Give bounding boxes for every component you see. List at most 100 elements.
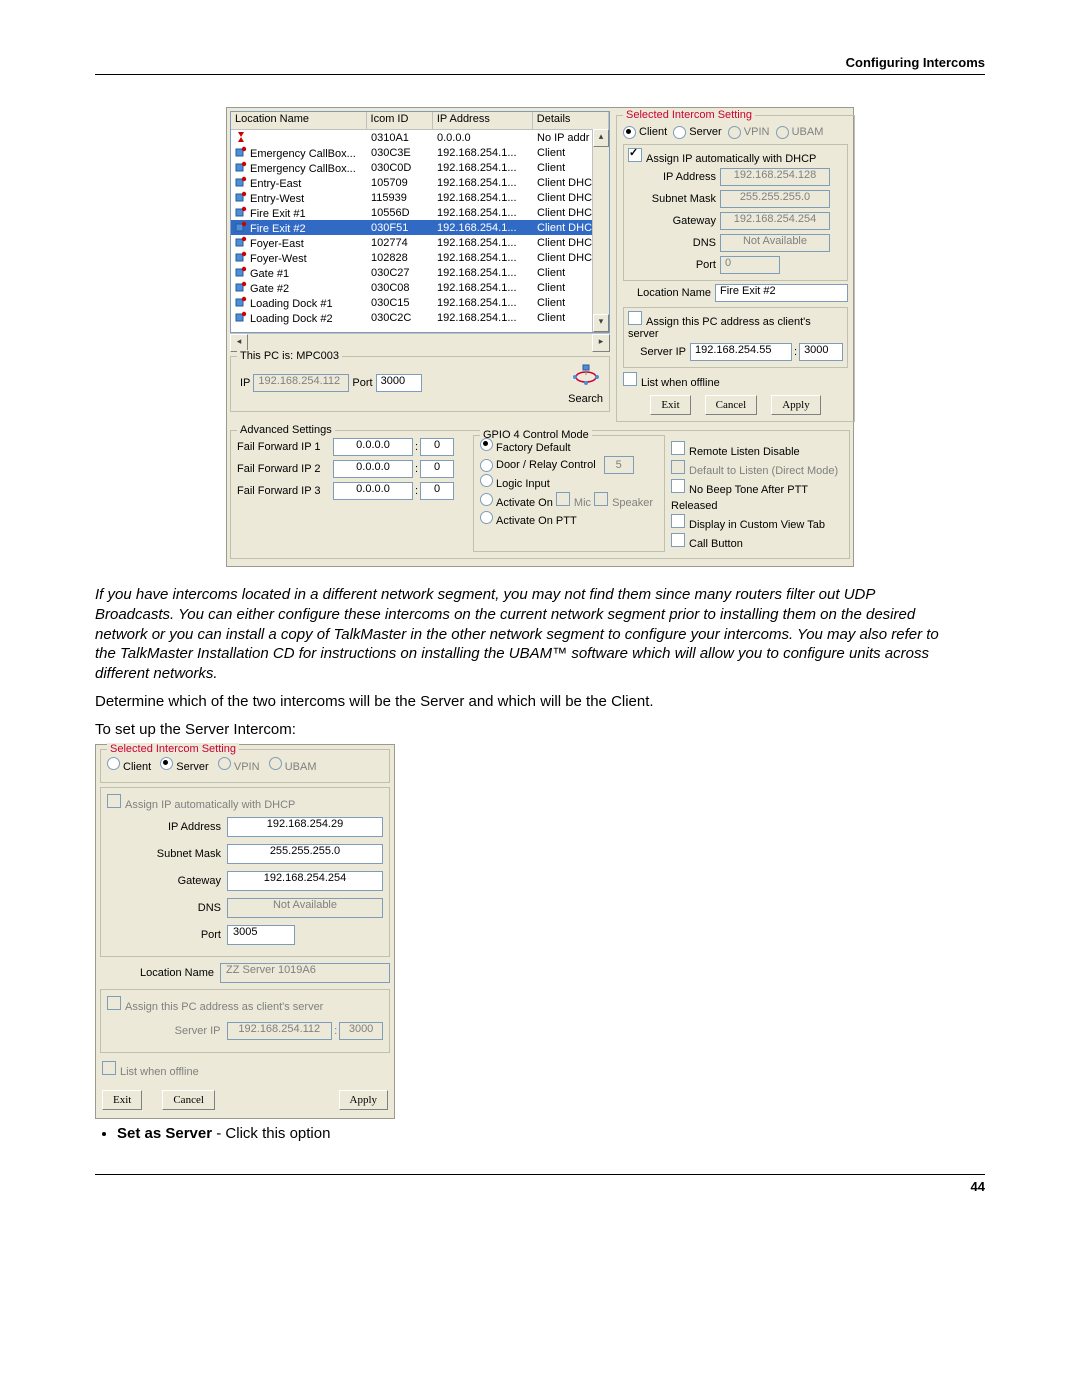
gpio-spk-check [594,492,608,506]
para-setup: To set up the Server Intercom: [95,720,945,740]
table-row[interactable]: Loading Dock #2030C2C192.168.254.1...Cli… [231,310,609,325]
type-server-lbl: Server [689,126,721,138]
dns-field: Not Available [720,234,830,252]
type-server-radio[interactable] [673,126,686,139]
sis2-ubam-lbl: UBAM [285,761,317,773]
gpio-fd-radio[interactable] [480,438,493,451]
sis2-port-field[interactable]: 3005 [227,925,295,945]
horizontal-scrollbar[interactable]: ◂ ▸ [230,333,610,350]
intercom-icon [235,176,247,188]
ff1-port[interactable]: 0 [420,438,454,456]
ip-lbl: IP Address [628,171,716,183]
sis2-port-lbl: Port [107,929,221,941]
this-pc-legend: This PC is: MPC003 [237,350,342,362]
ff1-ip[interactable]: 0.0.0.0 [333,438,413,456]
instruction-list: Set as Server - Click this option [117,1125,985,1142]
list-offline-check[interactable] [623,372,637,386]
gpio-door-radio[interactable] [480,459,493,472]
intercom-icon [235,221,247,233]
table-row[interactable]: Gate #2030C08192.168.254.1...Client [231,280,609,295]
sis2-srvip-field: 192.168.254.112 [227,1022,333,1040]
ff1-lbl: Fail Forward IP 1 [237,441,329,453]
assign-srv-lbl: Assign this PC address as client's serve… [628,316,811,340]
custview-lbl: Display in Custom View Tab [689,519,825,531]
srv-port-field[interactable]: 3000 [799,343,843,361]
table-row[interactable]: Fire Exit #110556D192.168.254.1...Client… [231,205,609,220]
gpio-ptt-radio[interactable] [480,511,493,524]
table-row[interactable]: Gate #1030C27192.168.254.1...Client [231,265,609,280]
gw-lbl: Gateway [628,215,716,227]
assign-srv-check[interactable] [628,311,642,325]
gpio-act-lbl: Activate On [496,497,553,509]
gpio-mic-lbl: Mic [574,497,591,509]
sis2-exit-button[interactable]: Exit [102,1090,142,1110]
type-ubam-radio [776,126,789,139]
sis2-gw-field[interactable]: 192.168.254.254 [227,871,383,891]
gpio-logic-radio[interactable] [480,474,493,487]
sis2-apply-button[interactable]: Apply [339,1090,389,1110]
sis2-loc-lbl: Location Name [100,967,214,979]
sis2-client-radio[interactable] [107,757,120,770]
this-pc-port[interactable]: 3000 [376,374,422,392]
col-details[interactable]: Details [533,112,609,130]
sis2-mask-field[interactable]: 255.255.255.0 [227,844,383,864]
col-icomid[interactable]: Icom ID [367,112,433,130]
srv-ip-field[interactable]: 192.168.254.55 [690,343,792,361]
table-row[interactable]: Loading Dock #1030C15192.168.254.1...Cli… [231,295,609,310]
ff2-ip[interactable]: 0.0.0.0 [333,460,413,478]
scroll-up-icon[interactable]: ▴ [593,129,609,147]
sis2-srvport-field: 3000 [339,1022,383,1040]
ff3-ip[interactable]: 0.0.0.0 [333,482,413,500]
table-row[interactable]: Fire Exit #2030F51192.168.254.1...Client… [231,220,609,235]
rld-check[interactable] [671,441,685,455]
table-row[interactable]: Foyer-West102828192.168.254.1...Client D… [231,250,609,265]
mask-lbl: Subnet Mask [628,193,716,205]
table-row[interactable]: 0310A10.0.0.0No IP addr [231,130,609,145]
exit-button[interactable]: Exit [650,395,690,415]
apply-button[interactable]: Apply [771,395,821,415]
intercom-listview[interactable]: Location Name Icom ID IP Address Details… [230,111,610,333]
type-client-radio[interactable] [623,126,636,139]
gpio-logic-lbl: Logic Input [496,478,550,490]
loc-field[interactable]: Fire Exit #2 [715,284,848,302]
intercom-icon [235,296,247,308]
callbtn-check[interactable] [671,533,685,547]
sis2-assign-check [107,996,121,1010]
ff3-port[interactable]: 0 [420,482,454,500]
custview-check[interactable] [671,514,685,528]
search-icon[interactable] [571,361,601,391]
sis2-server-radio[interactable] [160,757,173,770]
ff2-lbl: Fail Forward IP 2 [237,463,329,475]
gpio-act-radio[interactable] [480,493,493,506]
dhcp-label: Assign IP automatically with DHCP [646,153,816,165]
bullet-text: - Click this option [212,1125,330,1142]
bullet-bold: Set as Server [117,1125,212,1142]
page-header: Configuring Intercoms [95,55,985,75]
dhcp-check[interactable] [628,148,642,162]
table-row[interactable]: Foyer-East102774192.168.254.1...Client D… [231,235,609,250]
sis2-ip-field[interactable]: 192.168.254.29 [227,817,383,837]
intercom-icon [235,236,247,248]
intercom-icon [235,266,247,278]
ff2-port[interactable]: 0 [420,460,454,478]
scroll-down-icon[interactable]: ▾ [593,314,609,332]
mask-field: 255.255.255.0 [720,190,830,208]
type-client-lbl: Client [639,126,667,138]
nobeep-check[interactable] [671,479,685,493]
nobeep-lbl: No Beep Tone After PTT Released [671,484,808,512]
table-row[interactable]: Emergency CallBox...030C0D192.168.254.1.… [231,160,609,175]
sis2-dns-field: Not Available [227,898,383,918]
scroll-right-icon[interactable]: ▸ [592,334,610,352]
sis2-cancel-button[interactable]: Cancel [162,1090,215,1110]
cancel-button[interactable]: Cancel [705,395,758,415]
col-ip[interactable]: IP Address [433,112,533,130]
table-row[interactable]: Emergency CallBox...030C3E192.168.254.1.… [231,145,609,160]
list-offline-lbl: List when offline [641,377,720,389]
gpio-ptt-lbl: Activate On PTT [496,515,577,527]
table-row[interactable]: Entry-West115939192.168.254.1...Client D… [231,190,609,205]
vertical-scrollbar[interactable]: ▴ ▾ [592,129,609,332]
gpio-group: GPIO 4 Control Mode Factory Default Door… [473,435,665,552]
srv-ip-lbl: Server IP [628,346,686,358]
table-row[interactable]: Entry-East105709192.168.254.1...Client D… [231,175,609,190]
col-location[interactable]: Location Name [231,112,367,130]
